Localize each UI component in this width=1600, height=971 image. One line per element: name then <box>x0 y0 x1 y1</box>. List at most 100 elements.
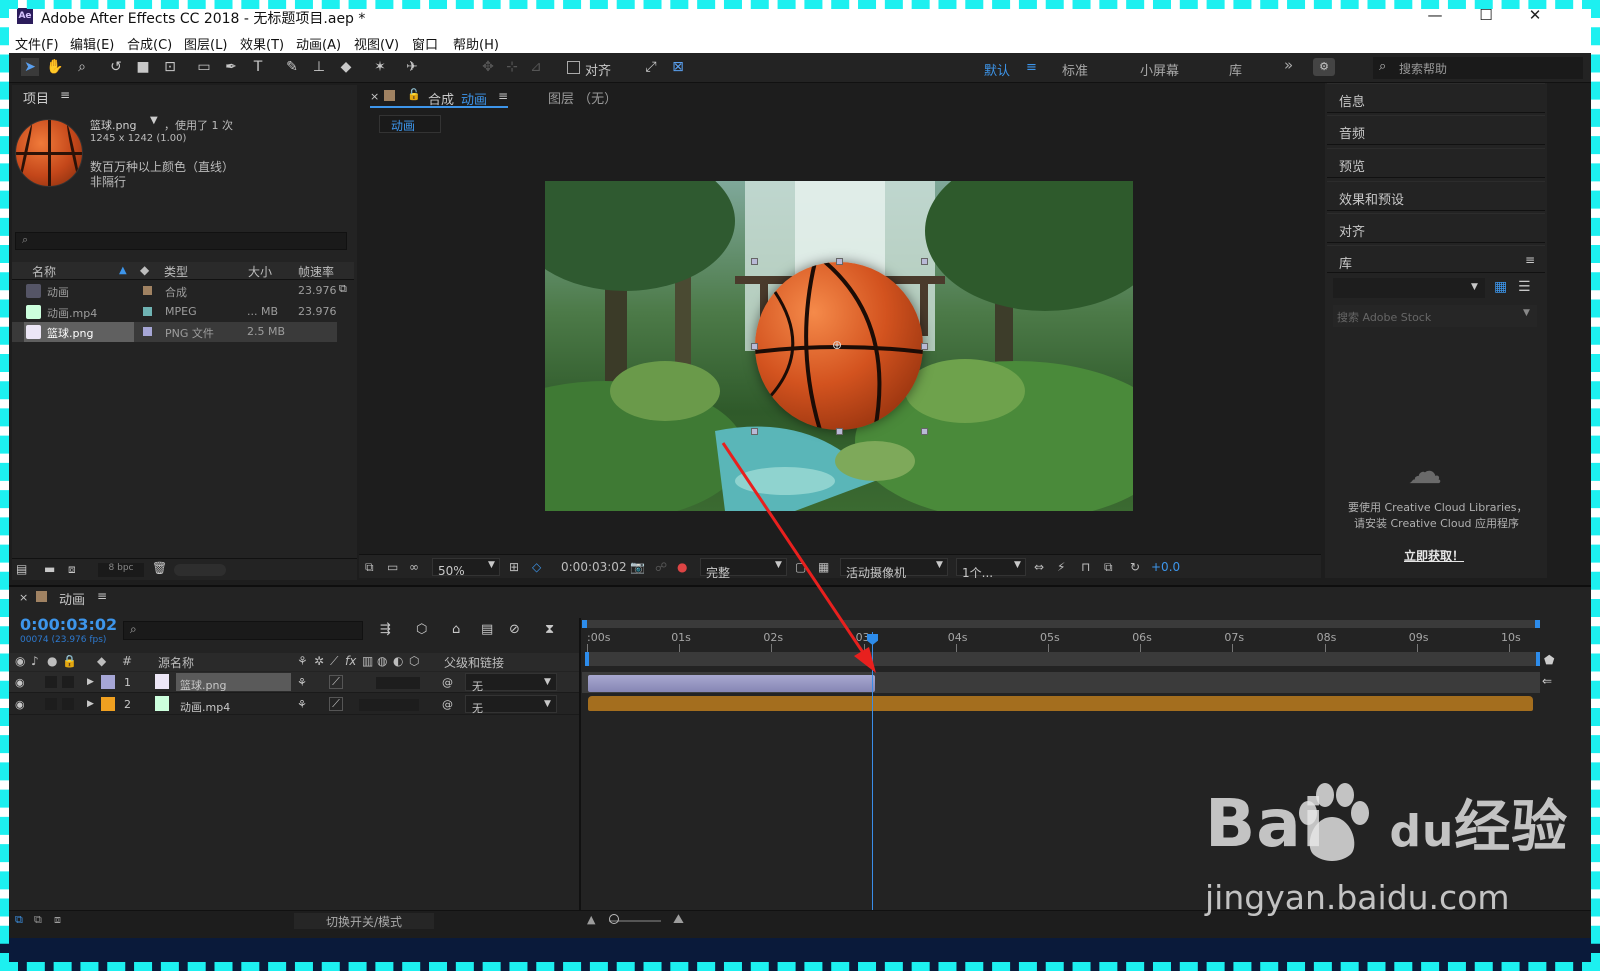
rectangle-tool-icon[interactable]: ▭ <box>195 58 213 76</box>
quality-switch[interactable]: ⟋ <box>329 675 343 689</box>
clone-stamp-tool-icon[interactable]: ⊥ <box>310 58 328 76</box>
zoom-in-icon[interactable]: ⛰ <box>673 912 684 927</box>
pickwhip-icon[interactable]: @ <box>442 676 453 689</box>
grid-view-icon[interactable]: ▦ <box>1494 279 1507 295</box>
minimize-button[interactable]: — <box>1420 6 1450 24</box>
lock-toggle[interactable] <box>62 698 74 710</box>
transform-handle[interactable] <box>921 428 928 435</box>
workspace-library[interactable]: 库 <box>1229 60 1242 79</box>
maximize-button[interactable]: ☐ <box>1471 6 1501 24</box>
search-help-toggle-icon[interactable]: ⚙ <box>1313 58 1335 76</box>
visibility-eye-icon[interactable]: ◉ <box>15 676 25 689</box>
menu-effect[interactable]: 效果(T) <box>240 34 284 53</box>
safe-margins-icon[interactable]: ⊞ <box>509 560 519 574</box>
tab-menu-icon[interactable]: ≡ <box>498 89 508 103</box>
3d-switch-icon[interactable]: ⬡ <box>409 654 419 668</box>
in-out-pane-icon[interactable]: ⧈ <box>54 913 61 927</box>
text-tool-icon[interactable]: T <box>249 58 267 76</box>
timeline-comp-name[interactable]: 动画 <box>59 589 85 608</box>
project-item-image-selected[interactable]: 篮球.png PNG 文件 2.5 MB <box>12 322 337 342</box>
layer-row-2[interactable]: ◉ ▶ 2 动画.mp4 ⚘ ⟋ @ 无 ▼ <box>9 694 579 715</box>
tab-composition[interactable]: × 🔓 合成 动画 ≡ <box>370 88 508 108</box>
viewer-timecode[interactable]: 0:00:03:02 <box>561 560 627 574</box>
layer-bar-video[interactable] <box>588 696 1533 711</box>
label-swatch[interactable] <box>143 307 152 316</box>
zoom-tool-icon[interactable]: ⌕ <box>73 58 91 76</box>
project-panel-menu-icon[interactable]: ≡ <box>60 88 70 102</box>
workspace-more-icon[interactable]: » <box>1284 56 1293 74</box>
audio-icon[interactable]: ♪ <box>31 654 39 668</box>
close-timeline-icon[interactable]: × <box>19 591 28 604</box>
zoom-slider-thumb[interactable] <box>609 914 619 924</box>
get-it-now-link[interactable]: 立即获取！ <box>1404 547 1464 564</box>
solo-toggle[interactable] <box>45 676 57 688</box>
frame-blending-icon[interactable]: ▤ <box>481 622 493 637</box>
rotate-tool-icon[interactable]: ↺ <box>107 58 125 76</box>
graph-editor-icon[interactable]: ⧗ <box>545 622 554 637</box>
timeline-menu-icon[interactable]: ≡ <box>97 589 107 603</box>
menu-layer[interactable]: 图层(L) <box>184 34 227 53</box>
interpret-footage-icon[interactable]: ▤ <box>16 562 27 576</box>
workspace-menu-icon[interactable]: ≡ <box>1026 60 1037 75</box>
world-axis-icon[interactable]: ⊹ <box>503 58 521 76</box>
resolution-dropdown[interactable]: 完整 ▼ <box>700 558 787 580</box>
lock-toggle[interactable] <box>62 676 74 688</box>
layer-row-1[interactable]: ◉ ▶ 1 篮球.png ⚘ ⟋ @ 无 ▼ <box>9 672 579 693</box>
layer-name[interactable]: 篮球.png <box>176 673 291 692</box>
transform-handle[interactable] <box>836 258 843 265</box>
effect-switch-icon[interactable]: fx <box>345 654 356 668</box>
zoom-dropdown[interactable]: 50% ▼ <box>432 558 500 578</box>
comp-breadcrumb-chip[interactable]: 动画 <box>379 115 441 133</box>
layer-switches[interactable] <box>376 677 420 689</box>
pickwhip-icon[interactable]: @ <box>442 698 453 711</box>
view-layout-dropdown[interactable]: 1个... ▼ <box>956 558 1026 580</box>
snap-feature-icon[interactable]: ⊠ <box>669 58 687 76</box>
lock-icon[interactable]: 🔒 <box>62 654 77 668</box>
transform-handle[interactable] <box>921 343 928 350</box>
snapshot-icon[interactable]: 📷 <box>630 560 645 574</box>
draft-3d-icon[interactable]: ⬡ <box>416 622 427 637</box>
label-swatch[interactable] <box>143 327 152 336</box>
parent-dropdown[interactable]: 无 ▼ <box>465 695 557 715</box>
toggle-switches-modes-button[interactable]: 切换开关/模式 <box>294 913 434 929</box>
project-item-video[interactable]: 动画.mp4 MPEG ... MB 23.976 <box>12 302 337 322</box>
bit-depth-button[interactable]: 8 bpc <box>98 563 144 577</box>
transfer-controls-pane-icon[interactable]: ⧉ <box>34 913 42 927</box>
pan-behind-tool-icon[interactable]: ⊡ <box>161 58 179 76</box>
shy-switch-icon[interactable]: ⚘ <box>297 698 307 711</box>
menu-edit[interactable]: 编辑(E) <box>70 34 114 53</box>
show-snapshot-icon[interactable]: ☍ <box>655 560 667 574</box>
pixel-aspect-icon[interactable]: ⇔ <box>1034 560 1044 574</box>
expand-arrow-icon[interactable]: ▶ <box>87 699 94 709</box>
panel-audio[interactable]: 音频 <box>1327 115 1545 145</box>
anchor-point-icon[interactable]: ⊕ <box>832 338 842 352</box>
flowchart-icon[interactable]: ⧉ <box>339 282 347 296</box>
puppet-tool-icon[interactable]: ✈ <box>403 58 421 76</box>
layer-label-swatch[interactable] <box>101 697 115 711</box>
vr-icon[interactable]: ∞ <box>409 560 419 574</box>
close-tab-icon[interactable]: × <box>370 90 379 103</box>
exposure-value[interactable]: +0.0 <box>1151 560 1180 574</box>
panel-effects-presets[interactable]: 效果和预设 <box>1327 181 1545 211</box>
time-ruler[interactable]: :00s 01s 02s 03s 04s 05s 06s 07s 08s 09s 10s <box>585 618 1540 656</box>
reset-exposure-icon[interactable]: ↻ <box>1130 560 1140 574</box>
monitor-icon[interactable]: ▭ <box>387 560 398 574</box>
expand-arrow-icon[interactable]: ▶ <box>87 677 94 687</box>
asset-dropdown-icon[interactable]: ▼ <box>150 115 158 126</box>
trash-icon[interactable]: 🗑 <box>152 561 167 575</box>
transform-handle[interactable] <box>836 428 843 435</box>
transform-handle[interactable] <box>751 258 758 265</box>
thumbnail-slider[interactable] <box>174 564 226 576</box>
layer-switches-pane-icon[interactable]: ⧉ <box>15 913 23 927</box>
column-source-name[interactable]: 源名称 <box>158 654 194 671</box>
eraser-tool-icon[interactable]: ◆ <box>337 58 355 76</box>
menu-help[interactable]: 帮助(H) <box>453 34 499 53</box>
comp-marker-bin-icon[interactable]: ⬟ <box>1544 653 1554 667</box>
video-eye-icon[interactable]: ◉ <box>15 654 25 668</box>
comp-flowchart-icon[interactable]: ⇶ <box>380 622 391 637</box>
flowchart-icon[interactable]: ⧉ <box>1104 560 1113 575</box>
pen-tool-icon[interactable]: ✒ <box>222 58 240 76</box>
transform-handle[interactable] <box>921 258 928 265</box>
sort-ascending-icon[interactable]: ▲ <box>119 265 127 276</box>
library-select[interactable]: ▼ <box>1333 278 1485 298</box>
